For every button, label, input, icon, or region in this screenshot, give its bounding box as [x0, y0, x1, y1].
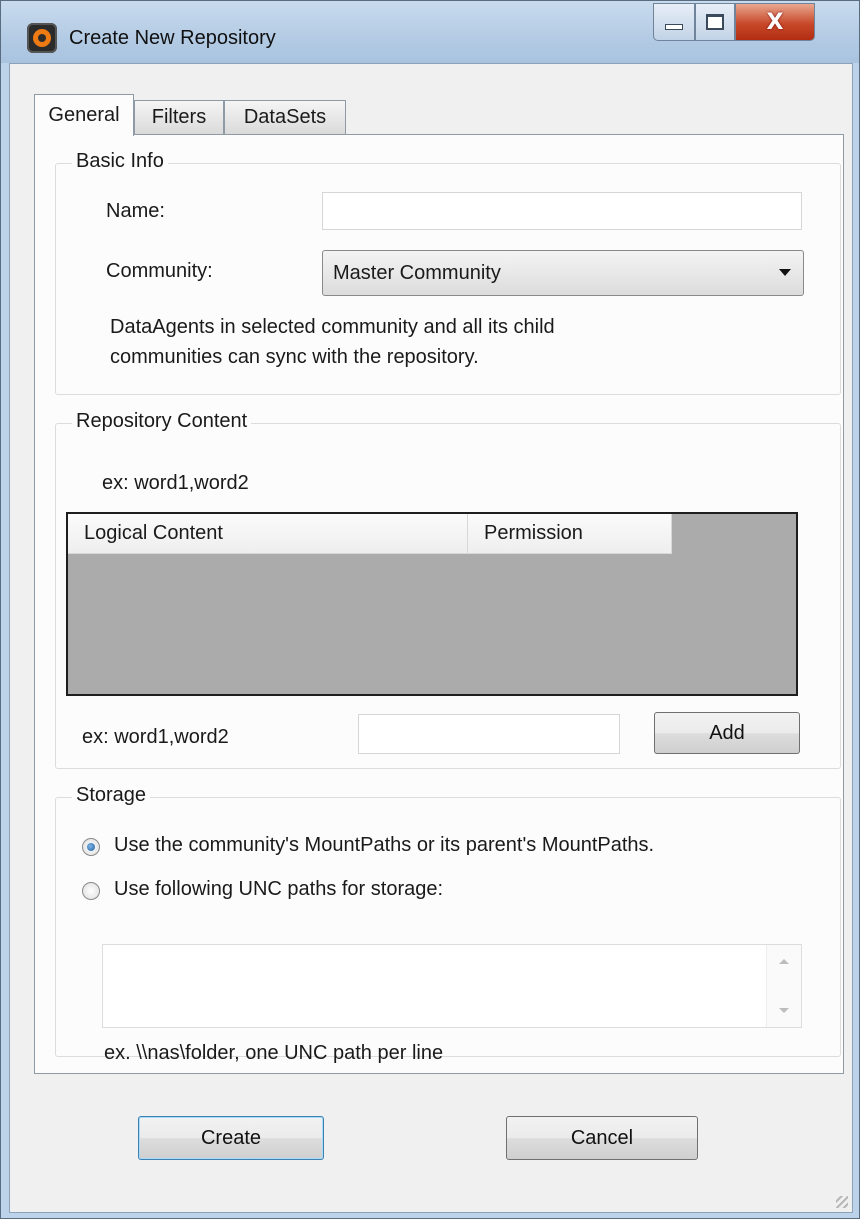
app-icon	[27, 23, 57, 53]
window-title: Create New Repository	[69, 27, 276, 49]
close-icon: X	[766, 9, 784, 35]
community-label: Community:	[106, 260, 213, 282]
content-example-bottom: ex: word1,word2	[82, 726, 229, 748]
column-header-logical-content[interactable]: Logical Content	[68, 514, 468, 554]
basic-info-group: Basic Info Name: Community: Master Commu…	[55, 150, 841, 395]
name-input[interactable]	[322, 192, 802, 230]
storage-option-unc-radio[interactable]	[82, 882, 100, 900]
storage-group: Storage Use the community's MountPaths o…	[55, 784, 841, 1064]
community-help-line-1: DataAgents in selected community and all…	[110, 316, 555, 338]
minimize-icon	[665, 24, 683, 30]
scroll-down-arrow-icon[interactable]	[779, 1008, 789, 1013]
tab-filters[interactable]: Filters	[134, 100, 224, 134]
maximize-icon	[706, 14, 724, 30]
unc-paths-textarea[interactable]	[102, 944, 802, 1028]
content-grid[interactable]: Logical Content Permission	[66, 512, 798, 696]
repository-content-group: Repository Content ex: word1,word2 Logic…	[55, 410, 841, 769]
tab-datasets[interactable]: DataSets	[224, 100, 346, 134]
scroll-up-arrow-icon[interactable]	[779, 959, 789, 964]
content-example-top: ex: word1,word2	[102, 472, 249, 494]
storage-option-mountpaths-label[interactable]: Use the community's MountPaths or its pa…	[114, 834, 654, 857]
unc-paths-hint: ex. \\nas\folder, one UNC path per line	[104, 1042, 444, 1064]
title-bar[interactable]: Create New Repository X	[1, 1, 859, 63]
content-input[interactable]	[358, 714, 620, 754]
maximize-button[interactable]	[695, 3, 735, 41]
storage-legend: Storage	[72, 784, 151, 807]
chevron-down-icon	[779, 269, 791, 276]
tab-general[interactable]: General	[34, 94, 134, 136]
create-button[interactable]: Create	[138, 1116, 324, 1160]
resize-grip-icon[interactable]	[836, 1196, 848, 1208]
cancel-button[interactable]: Cancel	[506, 1116, 698, 1160]
name-label: Name:	[106, 200, 165, 222]
column-header-permission[interactable]: Permission	[468, 514, 672, 554]
dialog-client-area: General Filters DataSets Basic Info Name…	[9, 63, 853, 1213]
community-select[interactable]: Master Community	[322, 250, 804, 296]
storage-option-mountpaths-radio[interactable]	[82, 838, 100, 856]
add-button[interactable]: Add	[654, 712, 800, 754]
unc-paths-scrollbar[interactable]	[766, 945, 801, 1027]
repository-content-legend: Repository Content	[72, 410, 252, 433]
minimize-button[interactable]	[653, 3, 695, 41]
close-button[interactable]: X	[735, 3, 815, 41]
community-help-line-2: communities can sync with the repository…	[110, 346, 479, 368]
community-selected-value: Master Community	[333, 261, 501, 284]
basic-info-legend: Basic Info	[72, 150, 168, 173]
storage-option-unc-label[interactable]: Use following UNC paths for storage:	[114, 878, 443, 901]
dialog-window: Create New Repository X General Filters …	[0, 0, 860, 1219]
general-tab-panel: Basic Info Name: Community: Master Commu…	[34, 134, 844, 1074]
